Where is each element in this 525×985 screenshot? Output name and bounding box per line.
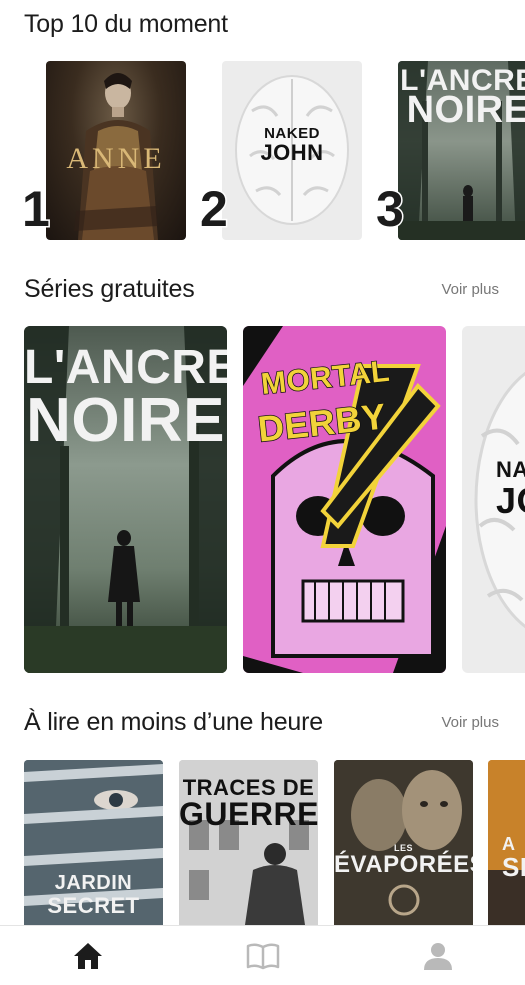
book-cover-naked-john[interactable]: NAKED JOHN [222,61,362,240]
book-cover-les-evaporees[interactable]: LES ÉVAPORÉES [334,760,473,925]
profile-icon [423,943,452,970]
book-cover-partial[interactable]: A SP [488,760,525,925]
short-reads-see-more-link[interactable]: Voir plus [441,714,499,731]
short-reads-carousel[interactable]: JARDIN SECRET TRACES DE GUERRE LES ÉVAPO… [0,760,525,925]
free-series-title: Séries gratuites [24,275,195,303]
short-reads-title: À lire en moins d’une heure [24,708,323,736]
home-icon [73,943,102,969]
cover-title-line2: JOHN [496,480,525,521]
cover-title-line2: NOIRE [406,89,525,131]
top10-item[interactable]: ANNE 1 [21,61,186,240]
free-series-see-more-link[interactable]: Voir plus [441,281,499,298]
cover-title-line2: SECRET [47,893,140,918]
nav-library-button[interactable] [175,926,350,985]
cover-title-line1: JARDIN [54,872,133,894]
rank-number: 2 [199,181,230,237]
cover-title-line2: GUERRE [179,796,318,832]
cover-title-line1: ÉVAPORÉES [334,851,473,878]
nav-profile-button[interactable] [350,926,525,985]
top10-item[interactable]: L'ANCRE NOIRE 3 [375,61,525,240]
cover-title-line1: NAKED [264,125,320,142]
cover-title-line2: NOIRE [26,386,225,455]
nav-home-button[interactable] [0,926,175,985]
book-cover-jardin-secret[interactable]: JARDIN SECRET [24,760,163,925]
top10-carousel[interactable]: ANNE 1 NAKED JOHN 2 L'ANCRE NOIRE 3 [0,61,525,241]
cover-title-line2: JOHN [260,140,324,165]
free-series-carousel[interactable]: L'ANCRE NOIRE MORTAL DERBY X NAKED JOHN [0,326,525,674]
book-icon [246,943,279,970]
top10-item[interactable]: NAKED JOHN 2 [199,61,364,240]
cover-title-line1: NAKED [496,457,525,482]
book-cover-traces-de-guerre[interactable]: TRACES DE GUERRE [179,760,318,925]
cover-title-line1: A [502,834,516,854]
rank-number: 3 [375,181,406,237]
book-cover-ancre-noire[interactable]: L'ANCRE NOIRE [24,326,227,673]
cover-title-line2: SP [502,852,525,882]
book-cover-mortal-derby[interactable]: MORTAL DERBY X [243,326,446,673]
bottom-navigation [0,925,525,985]
cover-title: ANNE [66,142,166,175]
rank-number: 1 [21,181,52,237]
book-cover-anne[interactable]: ANNE [46,61,186,240]
cover-title-line1: L'ANCRE [24,341,227,394]
book-cover-naked-john[interactable]: NAKED JOHN [462,326,525,673]
top10-title: Top 10 du moment [24,10,228,38]
book-cover-ancre-noire[interactable]: L'ANCRE NOIRE [398,61,525,240]
